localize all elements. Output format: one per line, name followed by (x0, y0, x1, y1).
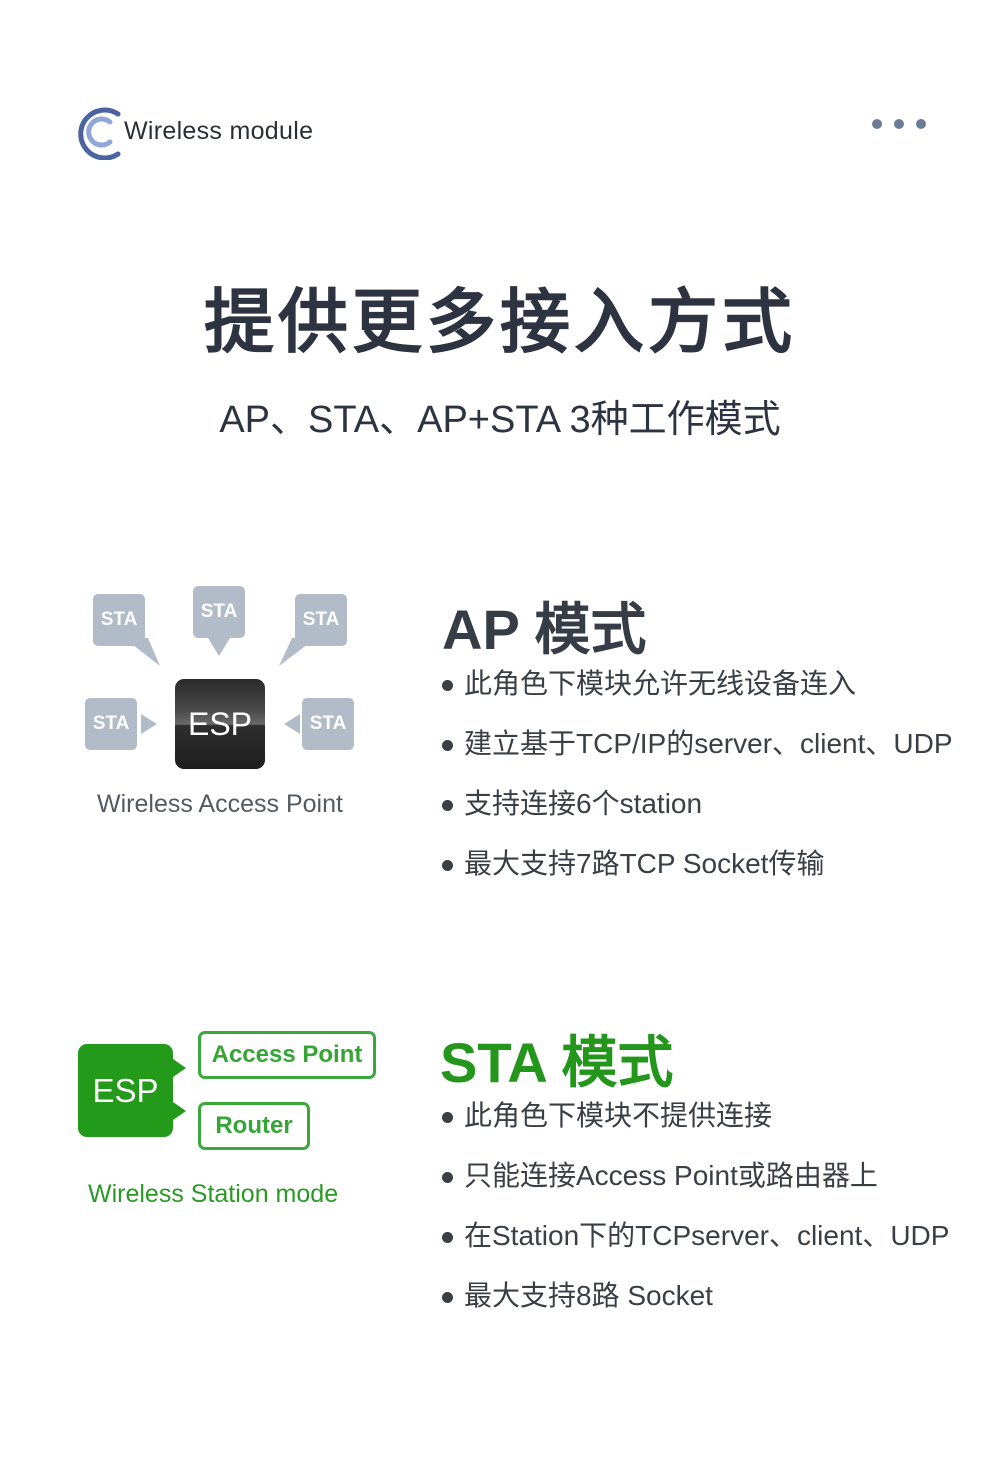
arrow-icon (279, 638, 316, 666)
ap-caption: Wireless Access Point (97, 790, 343, 818)
list-item: 建立基于TCP/IP的server、client、UDP (442, 726, 953, 786)
more-dots-icon (894, 119, 904, 129)
arrow-icon (208, 638, 230, 656)
page-subtitle: AP、STA、AP+STA 3种工作模式 (219, 399, 781, 441)
station-box: STA (302, 698, 354, 750)
list-item: 在Station下的TCPserver、client、UDP (442, 1218, 949, 1278)
more-menu-button[interactable] (872, 114, 940, 134)
list-item-text: 支持连接6个station (464, 788, 703, 819)
bullet-icon (442, 800, 453, 811)
page-title: 提供更多接入方式 (204, 283, 796, 361)
bullet-icon (442, 1172, 453, 1183)
ap-mode-heading: AP 模式 (442, 598, 647, 661)
arrow-icon (284, 714, 300, 734)
list-item-text: 在Station下的TCPserver、client、UDP (464, 1220, 950, 1251)
list-item: 此角色下模块不提供连接 (442, 1098, 949, 1158)
brand-name: Wireless module (124, 117, 314, 145)
ap-diagram: STA STA STA STA STA ESP Wireless Access … (80, 580, 370, 830)
more-dots-icon (872, 119, 882, 129)
arrow-icon (124, 638, 160, 666)
bullet-icon (442, 860, 453, 871)
esp-chip: ESP (175, 679, 265, 769)
sta-caption: Wireless Station mode (88, 1180, 339, 1208)
access-point-box: Access Point (198, 1031, 376, 1079)
station-box: STA (193, 586, 245, 638)
list-item-text: 建立基于TCP/IP的server、client、UDP (464, 728, 953, 759)
sta-diagram: ESP Access Point Router Wireless Station… (78, 1030, 388, 1220)
bullet-icon (442, 1232, 453, 1243)
station-box: STA (85, 698, 137, 750)
list-item: 最大支持7路TCP Socket传输 (442, 846, 953, 906)
arrow-icon (141, 714, 157, 734)
esp-chip: ESP (78, 1044, 173, 1137)
bullet-icon (442, 740, 453, 751)
router-box: Router (198, 1102, 310, 1150)
list-item: 此角色下模块允许无线设备连入 (442, 666, 953, 726)
list-item-text: 只能连接Access Point或路由器上 (464, 1160, 878, 1191)
list-item-text: 此角色下模块允许无线设备连入 (464, 668, 857, 699)
connector-icon (173, 1102, 186, 1120)
list-item-text: 最大支持7路TCP Socket传输 (464, 848, 825, 879)
bullet-icon (442, 680, 453, 691)
ap-feature-list: 此角色下模块允许无线设备连入 建立基于TCP/IP的server、client、… (442, 666, 953, 906)
list-item: 只能连接Access Point或路由器上 (442, 1158, 949, 1218)
sta-mode-heading: STA 模式 (440, 1031, 674, 1094)
connector-icon (173, 1059, 186, 1077)
list-item: 最大支持8路 Socket (442, 1278, 949, 1338)
crescent-c-logo-icon (72, 104, 124, 161)
list-item-text: 此角色下模块不提供连接 (464, 1100, 773, 1131)
list-item: 支持连接6个station (442, 786, 953, 846)
bullet-icon (442, 1292, 453, 1303)
list-item-text: 最大支持8路 Socket (464, 1280, 713, 1311)
brand: Wireless module (72, 104, 313, 161)
sta-feature-list: 此角色下模块不提供连接 只能连接Access Point或路由器上 在Stati… (442, 1098, 949, 1338)
more-dots-icon (916, 119, 926, 129)
bullet-icon (442, 1112, 453, 1123)
